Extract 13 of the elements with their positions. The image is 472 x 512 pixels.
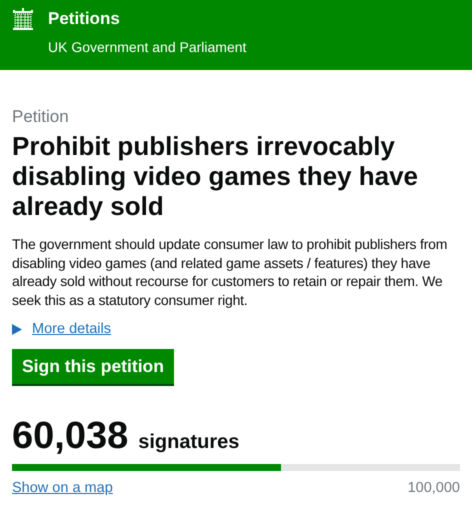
site-subtitle: UK Government and Parliament [48,38,246,57]
more-details-link[interactable]: More details [32,321,111,337]
site-title[interactable]: Petitions [48,8,246,30]
sign-button[interactable]: Sign this petition [12,349,174,384]
signature-count: 60,038 [12,414,128,458]
petition-title: Prohibit publishers irrevocably disabling video games they have already sold [12,131,420,221]
signatures-label: signatures [138,431,240,454]
petition-label: Petition [12,106,70,128]
petition-summary: The government should update consumer law to prohibit publishers from disabling video games (and related game assets / features) they have already sold without recourse for customers to retain or repair them. We seek this as a statutory consumer right. [12,235,448,309]
portcullis-icon [12,8,34,30]
caret-right-icon[interactable] [12,324,22,334]
map-link[interactable]: Show on a map [12,480,113,496]
signature-target: 100,000 [408,480,460,496]
